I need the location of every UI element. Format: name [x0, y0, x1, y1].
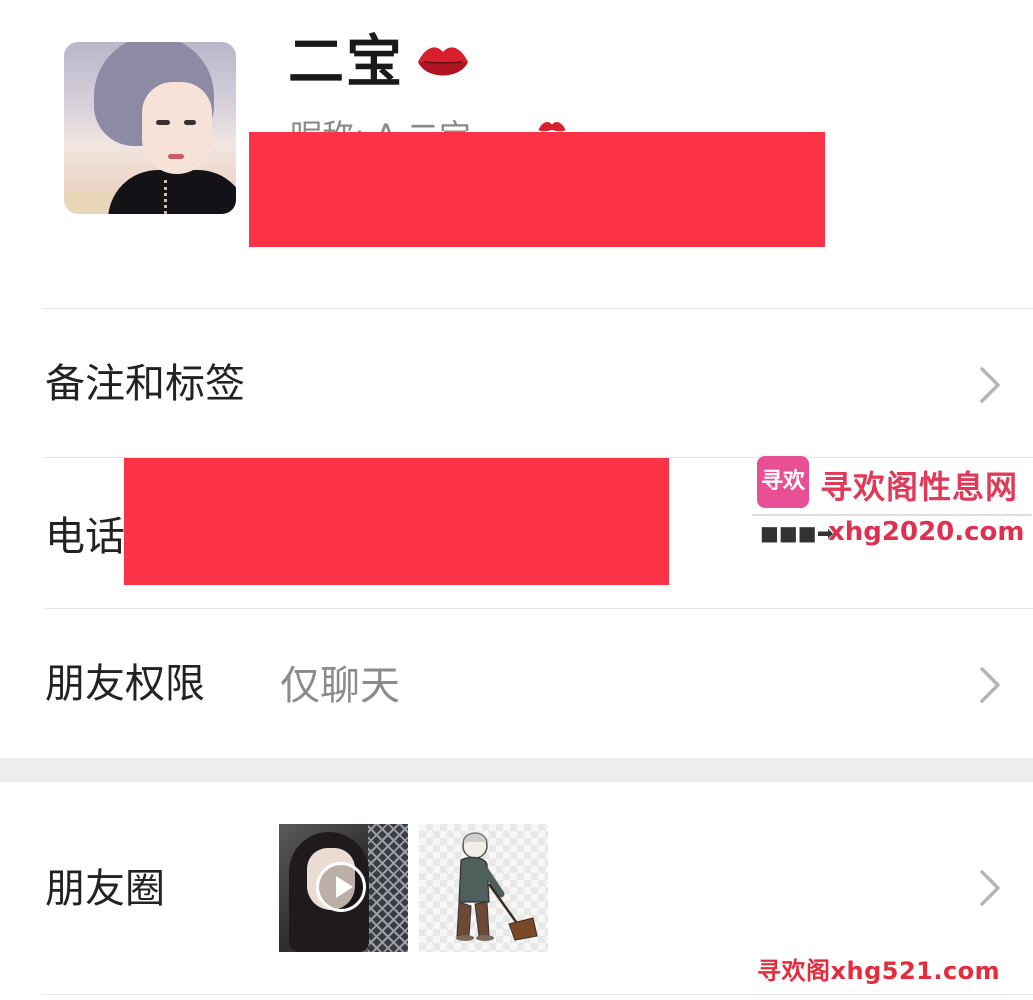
divider: [43, 994, 1033, 995]
avatar[interactable]: [64, 42, 236, 214]
row-label: 备注和标签: [45, 361, 245, 407]
avatar-eye: [156, 120, 170, 125]
moments-thumbnail-video[interactable]: [279, 824, 408, 952]
section-separator: [0, 758, 1033, 782]
row-label: 电话: [45, 514, 125, 560]
moments-thumbnail-image[interactable]: [419, 824, 548, 952]
row-value: 仅聊天: [280, 663, 400, 709]
play-icon[interactable]: [316, 862, 366, 912]
watermark-logo: 寻欢: [757, 456, 809, 508]
row-label: 朋友圈: [45, 866, 165, 912]
thumbnail-fence: [368, 824, 408, 952]
arrow-right-icon: ■■■➡: [760, 521, 834, 545]
redaction-block: [249, 132, 825, 247]
row-label: 朋友权限: [45, 661, 205, 707]
redaction-block: [124, 458, 669, 585]
row-remark-tags[interactable]: 备注和标签: [0, 309, 1033, 457]
sweeping-figure-illustration: [456, 832, 538, 941]
row-friend-permission[interactable]: 朋友权限 仅聊天: [0, 609, 1033, 758]
avatar-face: [142, 82, 212, 174]
chevron-right-icon: [980, 870, 1000, 906]
watermark-bottom-url: 寻欢阁xhg521.com: [757, 957, 1001, 985]
chevron-right-icon: [980, 367, 1000, 403]
lips-icon: [418, 47, 468, 76]
avatar-lips: [168, 154, 184, 159]
watermark-url: xhg2020.com: [828, 517, 1025, 547]
avatar-sofa: [64, 192, 114, 214]
watermark-site-name: 寻欢阁性息网: [820, 468, 1019, 506]
avatar-eye: [184, 120, 196, 125]
contact-name: 二宝: [288, 30, 404, 95]
avatar-chain: [164, 180, 175, 214]
chevron-right-icon: [980, 667, 1000, 703]
